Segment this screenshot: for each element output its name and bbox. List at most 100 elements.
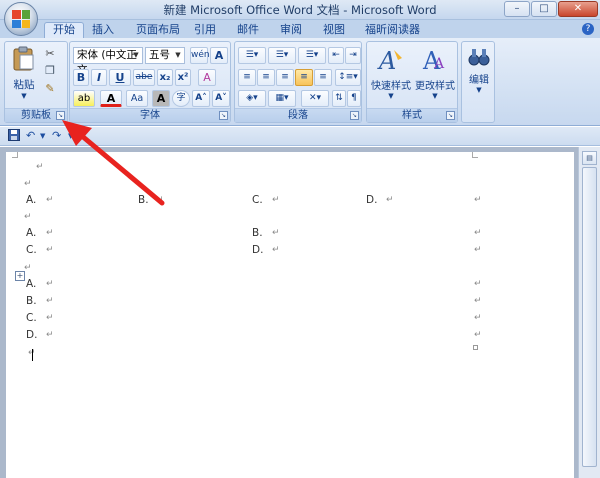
paragraph-mark: ↵ xyxy=(272,228,280,238)
quick-styles-button[interactable]: A 快速样式 ▼ xyxy=(369,46,413,100)
change-styles-button[interactable]: A A 更改样式 ▼ xyxy=(413,46,457,100)
strikethrough-button[interactable]: abe xyxy=(133,69,155,86)
end-of-row-mark: ↵ xyxy=(474,245,482,255)
grow-font-button[interactable]: A˄ xyxy=(192,90,210,107)
font-dialog-launcher-icon[interactable]: ↘ xyxy=(219,111,228,120)
save-icon[interactable] xyxy=(8,129,20,144)
align-right-button[interactable]: ≡ xyxy=(276,69,294,86)
subscript-button[interactable]: x₂ xyxy=(157,69,173,86)
font-size-dropdown-icon[interactable]: ▼ xyxy=(173,49,183,62)
text-highlight-button[interactable]: ab xyxy=(73,90,95,107)
end-of-row-mark: ↵ xyxy=(474,228,482,238)
minimize-button[interactable]: – xyxy=(504,1,530,17)
help-icon[interactable]: ? xyxy=(582,23,594,35)
paste-button[interactable]: 粘贴 ▼ xyxy=(11,46,37,100)
change-styles-dropdown-icon: ▼ xyxy=(432,92,438,100)
clipboard-dialog-launcher-icon[interactable]: ↘ xyxy=(56,111,65,120)
shrink-font-button[interactable]: A˅ xyxy=(212,90,230,107)
svg-text:A: A xyxy=(377,47,396,74)
quick-styles-dropdown-icon: ▼ xyxy=(388,92,394,100)
cut-icon[interactable]: ✂ xyxy=(43,47,57,60)
ruler-toggle-icon[interactable]: ▤ xyxy=(582,151,597,165)
scrollbar-thumb[interactable] xyxy=(582,167,597,467)
redo-icon[interactable]: ↷ xyxy=(52,129,61,142)
clear-formatting-button[interactable]: A xyxy=(198,69,216,86)
table-resize-handle[interactable] xyxy=(473,345,478,350)
undo-dropdown-icon[interactable]: ▼ xyxy=(40,132,45,140)
increase-indent-button[interactable]: ⇥ xyxy=(345,47,361,64)
font-color-button[interactable]: A xyxy=(100,90,122,107)
maximize-button[interactable]: □ xyxy=(531,1,557,17)
tab-mailings[interactable]: 邮件 xyxy=(229,23,267,38)
paragraph-mark: ↵ xyxy=(24,179,32,189)
paragraph-dialog-launcher-icon[interactable]: ↘ xyxy=(350,111,359,120)
window-controls: – □ ✕ xyxy=(504,1,598,17)
font-name-combo[interactable]: 宋体 (中文正文 ▼ xyxy=(73,47,143,76)
paragraph-mark: ↵ xyxy=(272,195,280,205)
binoculars-icon xyxy=(468,49,490,66)
char-shading-button[interactable]: A xyxy=(152,90,170,107)
customize-toolbar-icon[interactable]: ▼ xyxy=(68,132,73,140)
editing-label: 编辑 xyxy=(469,75,489,86)
tab-foxit-reader[interactable]: 福昕阅读器 xyxy=(357,23,428,38)
line-spacing-button[interactable]: ↕≡▾ xyxy=(335,69,361,86)
office-logo-icon xyxy=(12,10,30,28)
italic-button[interactable]: I xyxy=(91,69,107,86)
paragraph-mark: ↵ xyxy=(46,330,54,340)
group-clipboard: 粘贴 ▼ ✂ ❐ ✎ 剪贴板 ↘ xyxy=(4,41,68,123)
decrease-indent-button[interactable]: ⇤ xyxy=(328,47,344,64)
styles-dialog-launcher-icon[interactable]: ↘ xyxy=(446,111,455,120)
format-painter-icon[interactable]: ✎ xyxy=(43,82,57,95)
phonetic-guide-button[interactable]: wén xyxy=(190,47,210,64)
quick-styles-label: 快速样式 xyxy=(371,81,411,92)
option-d: D. xyxy=(26,329,38,341)
editing-button[interactable]: 编辑 ▼ xyxy=(464,46,494,94)
tab-references[interactable]: 引用 xyxy=(186,23,224,38)
numbering-button[interactable]: ☰▾ xyxy=(268,47,296,64)
group-styles: A 快速样式 ▼ A A 更改样式 ▼ 样式 ↘ xyxy=(366,41,458,123)
tab-home[interactable]: 开始 xyxy=(44,22,84,39)
paragraph-mark: ↵ xyxy=(46,296,54,306)
close-button[interactable]: ✕ xyxy=(558,1,598,17)
clipboard-icon xyxy=(13,46,34,71)
shading-button[interactable]: ◈▾ xyxy=(238,90,266,107)
option-c: C. xyxy=(26,244,37,256)
tab-insert[interactable]: 插入 xyxy=(84,23,122,38)
document-page[interactable]: ↵ ↵ A. ↵ B. ↵ C. ↵ D. ↵ ↵ ↵ A. ↵ B. ↵ ↵ … xyxy=(6,152,574,478)
char-border-button[interactable]: A xyxy=(210,47,228,64)
change-styles-label: 更改样式 xyxy=(415,81,455,92)
multilevel-list-button[interactable]: ☰▾ xyxy=(298,47,326,64)
change-case-button[interactable]: Aa xyxy=(126,90,148,107)
sort-button[interactable]: ⇅ xyxy=(332,90,346,107)
superscript-button[interactable]: x² xyxy=(175,69,191,86)
align-left-button[interactable]: ≡ xyxy=(238,69,256,86)
copy-icon[interactable]: ❐ xyxy=(43,64,57,77)
borders-button[interactable]: ▦▾ xyxy=(268,90,296,107)
group-label-styles: 样式 xyxy=(367,108,457,122)
option-d: D. xyxy=(366,194,378,206)
font-size-combo[interactable]: 五号 ▼ xyxy=(145,47,185,64)
bold-button[interactable]: B xyxy=(73,69,89,86)
enclose-chars-button[interactable]: 字 xyxy=(172,90,190,107)
distributed-button[interactable]: ≡ xyxy=(314,69,332,86)
page-corner-top-left xyxy=(12,152,18,158)
underline-button[interactable]: U xyxy=(109,69,131,86)
vertical-scrollbar[interactable]: ▤ xyxy=(578,147,600,478)
end-of-row-mark: ↵ xyxy=(474,330,482,340)
align-center-button[interactable]: ≡ xyxy=(257,69,275,86)
paragraph-mark: ↵ xyxy=(46,228,54,238)
font-name-dropdown-icon[interactable]: ▼ xyxy=(131,49,141,62)
group-label-paragraph: 段落 xyxy=(235,108,361,122)
undo-icon[interactable]: ↶ xyxy=(26,129,35,142)
group-label-font: 字体 xyxy=(70,108,230,122)
option-c: C. xyxy=(252,194,263,206)
tab-review[interactable]: 审阅 xyxy=(272,23,310,38)
office-button[interactable] xyxy=(4,2,38,36)
tab-page-layout[interactable]: 页面布局 xyxy=(128,23,188,38)
show-marks-button[interactable]: ¶ xyxy=(347,90,361,107)
chinese-layout-button[interactable]: ✕▾ xyxy=(301,90,329,107)
tab-view[interactable]: 视图 xyxy=(315,23,353,38)
page-corner-top-right xyxy=(472,152,478,158)
bullets-button[interactable]: ☰▾ xyxy=(238,47,266,64)
justify-button[interactable]: ≡ xyxy=(295,69,313,86)
